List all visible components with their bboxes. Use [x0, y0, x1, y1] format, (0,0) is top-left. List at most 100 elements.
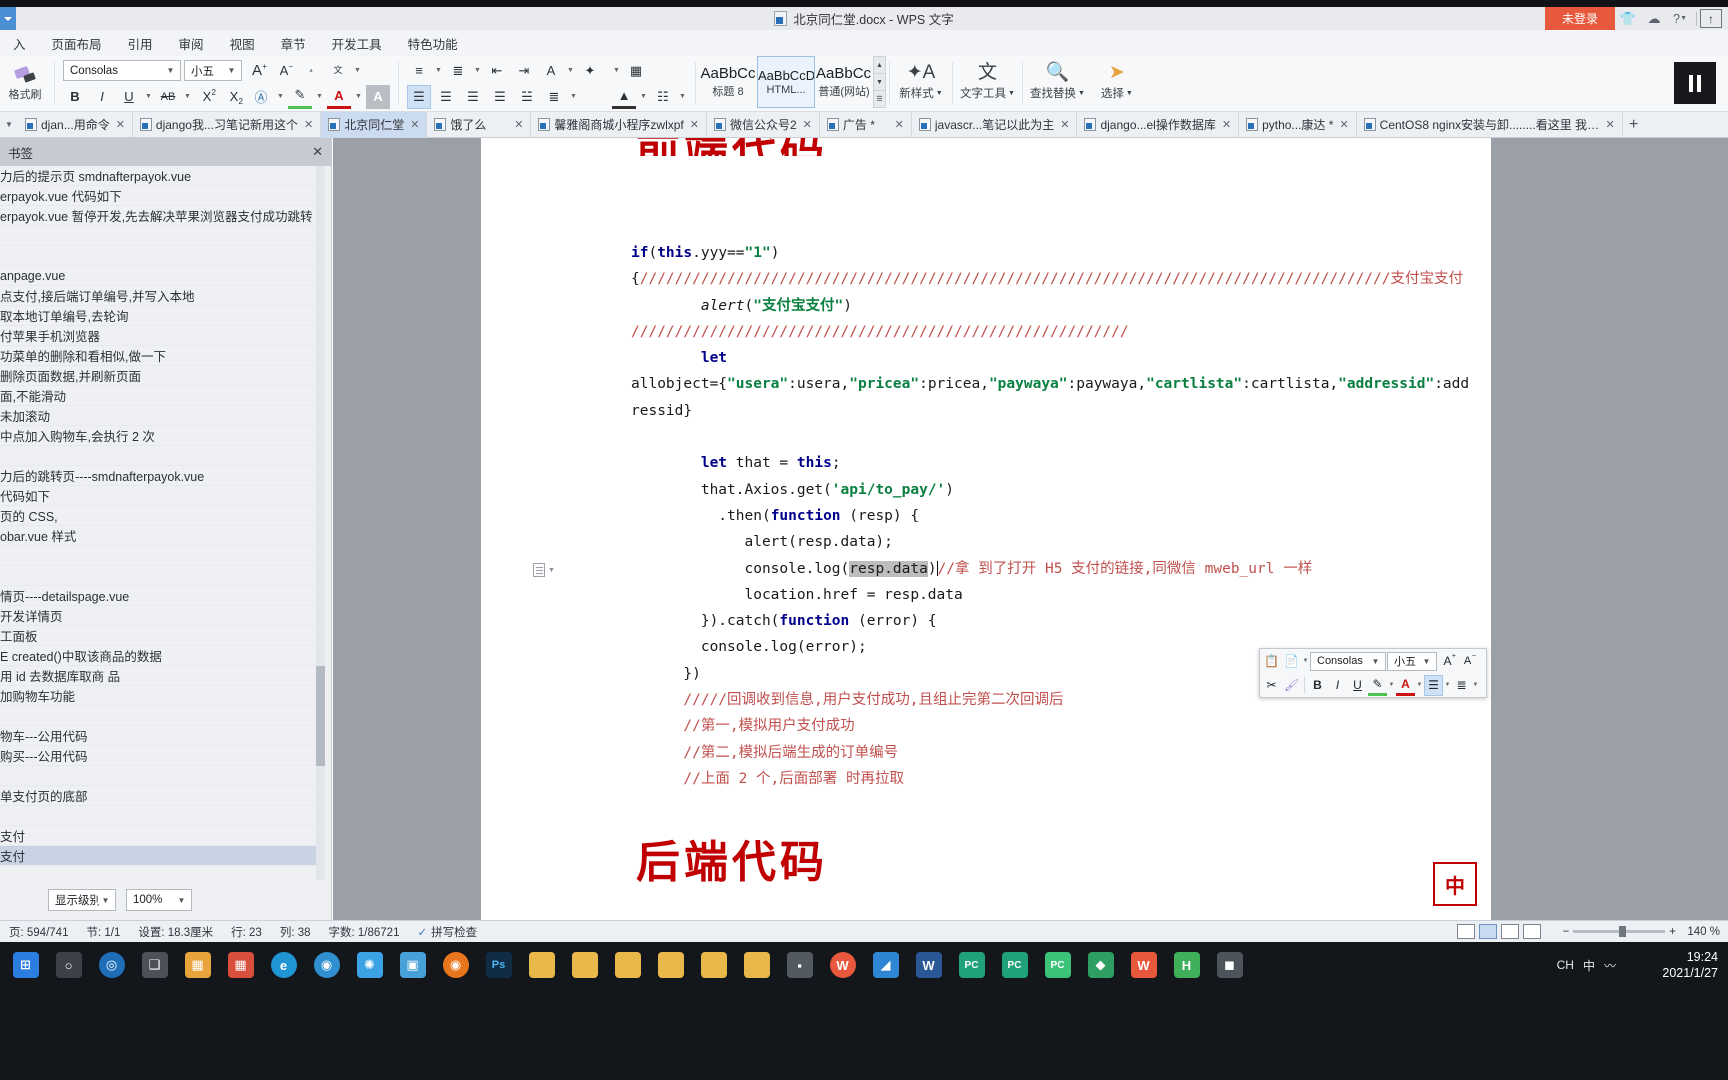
list-item[interactable]	[0, 226, 318, 246]
menu-item-page-layout[interactable]: 页面布局	[39, 30, 115, 56]
character-scale-icon[interactable]: A	[539, 59, 563, 83]
list-item[interactable]: 单支付页的底部	[0, 786, 318, 806]
clear-all-format-icon[interactable]: ✦	[578, 59, 602, 83]
list-item[interactable]	[0, 806, 318, 826]
mini-grow-font-icon[interactable]: A +	[1438, 651, 1457, 672]
align-right-icon[interactable]: ☰	[461, 85, 485, 109]
line-spacing-icon[interactable]: ≣	[542, 85, 566, 109]
list-item[interactable]: 购买---公用代码	[0, 746, 318, 766]
mini-font-name-combo[interactable]: Consolas ▼	[1310, 651, 1386, 671]
chevron-down-icon[interactable]: ▼	[473, 67, 482, 74]
doc-tab-3[interactable]: 饿了么 ✕	[427, 111, 532, 138]
doc-tab-0[interactable]: djan...用命令 ✕	[18, 111, 133, 138]
chevron-down-icon[interactable]: ▼	[183, 93, 192, 100]
tray-misc-icon[interactable]: 〰	[1604, 957, 1616, 974]
chevron-down-icon[interactable]: ▼	[1302, 658, 1309, 664]
clear-format-icon[interactable]: 𝃬	[299, 59, 323, 83]
bold-icon[interactable]: B	[63, 85, 87, 109]
doc-tab-1[interactable]: django我...习笔记新用这个 ✕	[133, 111, 322, 138]
taskbar-item-edge[interactable]: e	[262, 942, 305, 988]
list-item[interactable]: obar.vue 样式	[0, 526, 318, 546]
view-outline-icon[interactable]	[1500, 924, 1519, 939]
chevron-down-icon[interactable]: ▼	[434, 67, 443, 74]
menu-item-section[interactable]: 章节	[268, 30, 319, 56]
doc-tab-5[interactable]: 微信公众号2 ✕	[707, 111, 820, 138]
tray-ime-mode[interactable]: 中	[1583, 957, 1595, 974]
tab-scroll-left-icon[interactable]: ▼	[0, 120, 18, 129]
list-item[interactable]	[0, 546, 318, 566]
mini-align-icon[interactable]: ☰	[1424, 674, 1443, 696]
chevron-down-icon[interactable]: ▼	[1416, 682, 1423, 688]
taskbar-item-start[interactable]: ⊞	[4, 942, 47, 988]
list-item[interactable]: 开发详情页	[0, 606, 318, 626]
zoom-in-icon[interactable]: +	[1669, 926, 1676, 938]
paste-icon[interactable]: 📄	[1282, 651, 1301, 672]
taskbar-item-store[interactable]: ▦	[219, 942, 262, 988]
list-item[interactable]	[0, 246, 318, 266]
bookmark-scrollbar[interactable]	[316, 166, 325, 880]
close-icon[interactable]: ✕	[514, 118, 523, 131]
taskbar-item-sync[interactable]: ✺	[348, 942, 391, 988]
strikethrough-icon[interactable]: AB	[156, 85, 180, 109]
text-tools-button[interactable]: 文 文字工具 ▼	[956, 56, 1019, 108]
list-item[interactable]	[0, 706, 318, 726]
bullets-icon[interactable]: ≡	[407, 59, 431, 83]
borders-icon[interactable]: ☷	[651, 85, 675, 109]
taskbar-item-wps-active[interactable]: W	[821, 942, 864, 988]
table-grid-icon[interactable]: ▦	[624, 59, 648, 83]
menu-item-special-features[interactable]: 特色功能	[395, 30, 471, 56]
taskbar-item-firefox[interactable]: ◉	[434, 942, 477, 988]
align-justify-icon[interactable]: ☰	[488, 85, 512, 109]
gallery-scroll-down-icon[interactable]: ▼	[874, 74, 885, 91]
mini-bold-icon[interactable]: B	[1308, 675, 1327, 696]
taskbar-clock[interactable]: 19:24 2021/1/27	[1662, 942, 1718, 988]
taskbar-item-pycharm-2[interactable]: PC	[993, 942, 1036, 988]
status-words[interactable]: 字数: 1/86721	[320, 924, 409, 940]
italic-icon[interactable]: I	[90, 85, 114, 109]
taskbar-item-pycharm-1[interactable]: PC	[950, 942, 993, 988]
list-item[interactable]: 用 id 去数据库取商 品	[0, 666, 318, 686]
font-size-combo[interactable]: 小五 ▼	[184, 60, 242, 81]
close-icon[interactable]: ✕	[312, 144, 323, 160]
recording-pause-button[interactable]	[1674, 62, 1716, 104]
status-spellcheck[interactable]: ✓ 拼写检查	[408, 924, 486, 940]
menu-item-review[interactable]: 审阅	[166, 30, 217, 56]
restore-icon[interactable]: ↑	[1700, 9, 1722, 28]
list-item[interactable]: 付苹果手机浏览器	[0, 326, 318, 346]
close-icon[interactable]: ✕	[304, 118, 313, 131]
panel-zoom-combo[interactable]: 100% ▼	[126, 889, 192, 911]
menu-item-references[interactable]: 引用	[115, 30, 166, 56]
mini-highlight-icon[interactable]: ✎	[1368, 675, 1387, 696]
list-item[interactable]: 情页----detailspage.vue	[0, 586, 318, 606]
zoom-slider[interactable]	[1573, 926, 1666, 937]
taskbar-item-folder-4[interactable]	[649, 942, 692, 988]
taskbar-item-explorer[interactable]: ▦	[176, 942, 219, 988]
list-item[interactable]: 功菜单的删除和看相似,做一下	[0, 346, 318, 366]
format-painter-icon[interactable]: 🖌	[1282, 675, 1301, 696]
style-card-html[interactable]: AaBbCcDi HTML...	[757, 56, 815, 108]
grow-font-icon[interactable]: A +	[245, 59, 269, 83]
list-item[interactable]: erpayok.vue 代码如下	[0, 186, 318, 206]
help-icon[interactable]: ? ▼	[1667, 7, 1693, 30]
increase-indent-icon[interactable]: ⇥	[512, 59, 536, 83]
menu-item-developer-tools[interactable]: 开发工具	[319, 30, 395, 56]
cut-icon[interactable]: ✂	[1262, 675, 1281, 696]
message-icon[interactable]: ☁	[1641, 7, 1667, 30]
display-level-combo[interactable]: 显示级别 ▼	[48, 889, 116, 911]
taskbar-item-folder-2[interactable]	[563, 942, 606, 988]
chevron-down-icon[interactable]: ▼	[276, 93, 285, 100]
view-reading-icon[interactable]	[1522, 924, 1541, 939]
taskbar-item-navicat[interactable]: ◆	[1079, 942, 1122, 988]
taskbar-item-folder-5[interactable]	[692, 942, 735, 988]
close-icon[interactable]: ✕	[1222, 118, 1231, 131]
align-distribute-icon[interactable]: ☱	[515, 85, 539, 109]
list-item[interactable]: 取本地订单编号,去轮询	[0, 306, 318, 326]
taskbar-item-cortana[interactable]: ◎	[90, 942, 133, 988]
chevron-down-icon[interactable]: ▼	[612, 67, 621, 74]
subscript-icon[interactable]: X2	[222, 85, 246, 109]
chevron-down-icon[interactable]: ▼	[1472, 682, 1479, 688]
chevron-down-icon[interactable]: ▼	[354, 93, 363, 100]
align-left-icon[interactable]: ☰	[407, 84, 431, 109]
close-icon[interactable]: ✕	[803, 118, 812, 131]
align-center-icon[interactable]: ☰	[434, 85, 458, 109]
